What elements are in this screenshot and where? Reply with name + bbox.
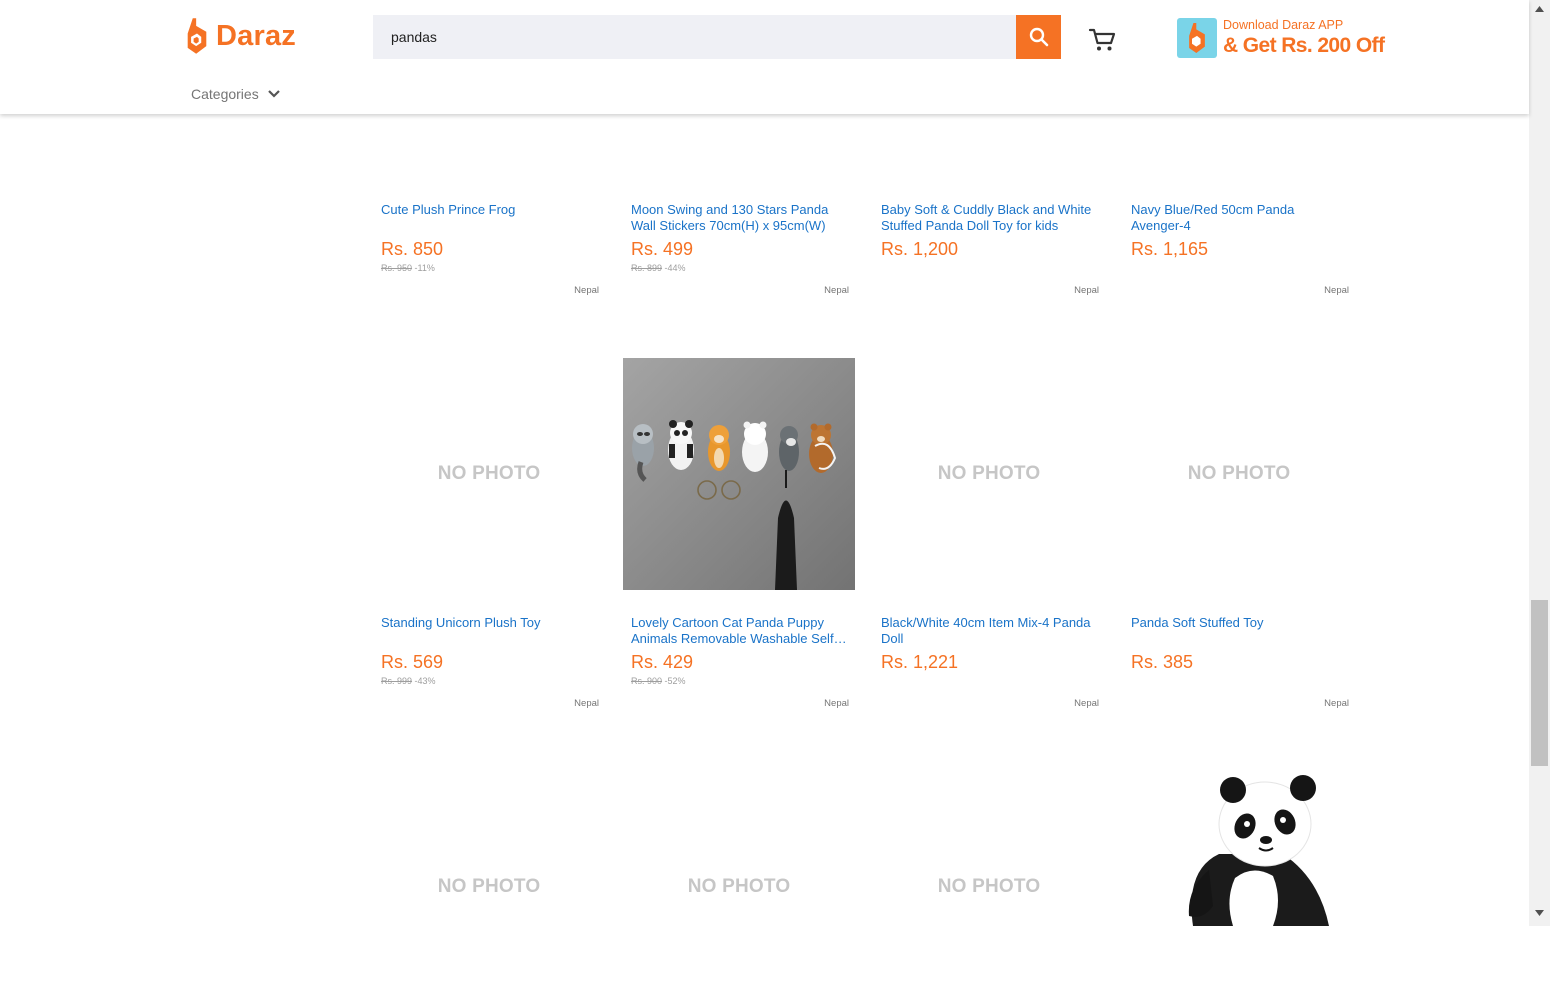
daraz-app-icon (1189, 23, 1205, 53)
product-price: Rs. 1,200 (881, 239, 959, 259)
product-price: Rs. 850 (381, 239, 444, 259)
search-input[interactable] (373, 15, 1016, 59)
vertical-scrollbar[interactable] (1529, 0, 1550, 926)
discount-badge: -11% (414, 263, 435, 273)
product-image-placeholder[interactable]: NO PHOTO (623, 771, 855, 1003)
product-title[interactable]: Lovely Cartoon Cat Panda Puppy Animals R… (631, 615, 849, 647)
no-photo-label: NO PHOTO (1187, 463, 1291, 484)
product-location: Nepal (574, 285, 599, 296)
no-photo-label: NO PHOTO (437, 463, 541, 484)
scrollbar-thumb[interactable] (1531, 600, 1548, 766)
product-title[interactable]: Black/White 40cm Item Mix-4 Panda Doll (881, 615, 1099, 647)
product-old-price: Rs. 950 -11% (381, 263, 435, 273)
product-image[interactable] (623, 358, 855, 590)
search-button[interactable] (1016, 15, 1061, 59)
product-price: Rs. 569 (381, 652, 444, 672)
scroll-down-arrow-icon[interactable] (1535, 910, 1544, 916)
app-download-promo[interactable]: Download Daraz APP & Get Rs. 200 Off (1177, 16, 1385, 60)
brand-name: Daraz (216, 19, 296, 52)
chevron-down-icon (267, 90, 280, 98)
product-image-placeholder[interactable]: NO PHOTO (1123, 358, 1355, 590)
product-image-placeholder[interactable]: NO PHOTO (373, 771, 605, 1003)
product-location: Nepal (1074, 698, 1099, 709)
product-price: Rs. 429 (631, 652, 694, 672)
product-location: Nepal (1324, 285, 1349, 296)
product-title[interactable]: Baby Soft & Cuddly Black and White Stuff… (881, 202, 1099, 234)
product-price: Rs. 1,165 (1131, 239, 1209, 259)
product-location: Nepal (824, 698, 849, 709)
animal-hooks-image (623, 358, 855, 590)
app-icon (1177, 18, 1217, 58)
panda-plush-image (1188, 775, 1329, 926)
product-price: Rs. 499 (631, 239, 694, 259)
product-title[interactable]: Navy Blue/Red 50cm Panda Avenger-4 (1131, 202, 1349, 234)
scroll-up-arrow-icon[interactable] (1535, 6, 1544, 12)
product-title[interactable]: Panda Soft Stuffed Toy (1131, 615, 1349, 631)
discount-badge: -44% (664, 263, 686, 273)
product-image-placeholder[interactable]: NO PHOTO (373, 358, 605, 590)
product-old-price: Rs. 999 -43% (381, 676, 436, 686)
product-location: Nepal (1324, 698, 1349, 709)
discount-badge: -52% (664, 676, 686, 686)
no-photo-label: NO PHOTO (687, 876, 791, 897)
product-image[interactable] (1123, 760, 1355, 926)
product-title[interactable]: Standing Unicorn Plush Toy (381, 615, 599, 631)
product-old-price: Rs. 900 -52% (631, 676, 686, 686)
no-photo-label: NO PHOTO (937, 876, 1041, 897)
search-icon (1029, 27, 1048, 47)
product-location: Nepal (1074, 285, 1099, 296)
site-header: Daraz Download Daraz APP & Get Rs. 200 O… (0, 0, 1529, 114)
discount-badge: -43% (414, 676, 436, 686)
daraz-logo-icon (187, 18, 207, 54)
promo-line-2: & Get Rs. 200 Off (1223, 34, 1385, 57)
product-title[interactable]: Cute Plush Prince Frog (381, 202, 599, 218)
product-price: Rs. 385 (1131, 652, 1194, 672)
promo-line-1: Download Daraz APP (1223, 18, 1344, 32)
product-old-price: Rs. 899 -44% (631, 263, 686, 273)
product-price: Rs. 1,221 (881, 652, 959, 672)
product-image-placeholder[interactable]: NO PHOTO (873, 771, 1105, 1003)
product-image-placeholder[interactable]: NO PHOTO (873, 358, 1105, 590)
daraz-logo[interactable]: Daraz (186, 14, 296, 58)
categories-dropdown[interactable]: Categories (191, 86, 281, 102)
no-photo-label: NO PHOTO (937, 463, 1041, 484)
product-location: Nepal (824, 285, 849, 296)
product-location: Nepal (574, 698, 599, 709)
categories-label: Categories (191, 86, 259, 102)
no-photo-label: NO PHOTO (437, 876, 541, 897)
product-title[interactable]: Moon Swing and 130 Stars Panda Wall Stic… (631, 202, 849, 234)
cart-icon[interactable] (1088, 26, 1118, 54)
